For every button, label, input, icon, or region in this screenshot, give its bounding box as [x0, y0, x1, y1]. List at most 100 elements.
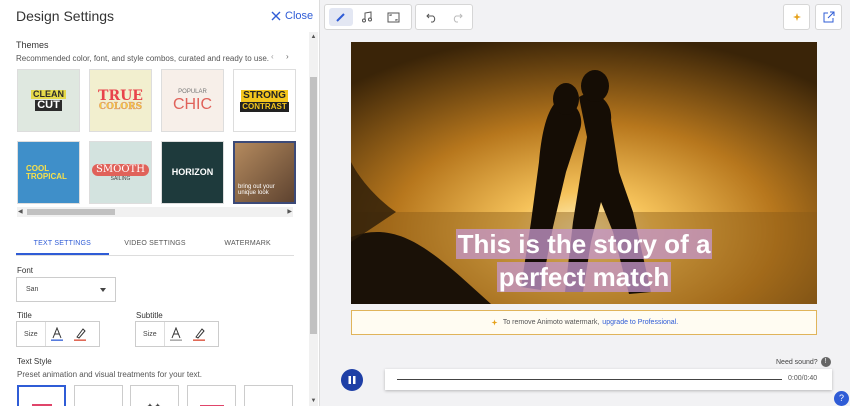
- theme-tile-line: CHIC: [172, 95, 213, 113]
- sparkle-icon: [792, 13, 801, 21]
- design-mode-button[interactable]: [329, 8, 353, 26]
- panel-scrollbar[interactable]: ▲ ▼: [309, 32, 318, 406]
- panel-scroll-thumb[interactable]: [310, 77, 317, 334]
- highlighter-icon: [74, 328, 87, 341]
- scroll-right-arrow-icon[interactable]: ▶: [287, 207, 292, 217]
- pause-icon: [348, 376, 356, 384]
- theme-tile-line: CUT: [35, 99, 62, 111]
- text-style-subtitle: Preset animation and visual treatments f…: [17, 370, 202, 379]
- tab-watermark[interactable]: WATERMARK: [201, 236, 294, 255]
- themes-next-icon[interactable]: ›: [286, 52, 289, 61]
- text-style-label: Text Style: [17, 357, 52, 366]
- subtitle-text-controls: Size: [135, 321, 219, 347]
- edit-mode-toolbar: [324, 4, 412, 30]
- theme-tile-line: SAILING: [110, 175, 131, 182]
- theme-tile-unique-look[interactable]: bring out your unique look: [233, 141, 296, 204]
- title-label: Title: [17, 311, 32, 320]
- redo-button[interactable]: [445, 8, 468, 26]
- theme-tile-line: STRONG: [241, 89, 288, 102]
- theme-tile-line: POPULAR: [178, 88, 207, 95]
- title-font-color-button[interactable]: [46, 322, 69, 346]
- close-button[interactable]: Close: [271, 10, 313, 22]
- theme-tile-line: CLEAN: [31, 89, 66, 99]
- theme-tile-smooth-sailing[interactable]: SMOOTH SAILING: [89, 141, 152, 204]
- text-style-option[interactable]: [187, 385, 236, 406]
- theme-tile-clean-cut[interactable]: CLEAN CUT: [17, 69, 80, 132]
- undo-icon: [425, 13, 435, 23]
- title-size-button[interactable]: Size: [17, 322, 46, 346]
- theme-tile-true-colors[interactable]: TRUE COLORS: [89, 69, 152, 132]
- theme-tile-cool-tropical[interactable]: COOL TROPICAL: [17, 141, 80, 204]
- theme-tile-horizon[interactable]: HORIZON: [161, 141, 224, 204]
- theme-tile-line: CONTRAST: [240, 101, 289, 112]
- help-button[interactable]: ?: [834, 391, 849, 406]
- subtitle-size-button[interactable]: Size: [136, 322, 165, 346]
- video-caption-line-1[interactable]: This is the story of a: [351, 229, 817, 259]
- info-icon: !: [820, 357, 831, 367]
- subtitle-font-color-button[interactable]: [165, 322, 188, 346]
- undo-button[interactable]: [420, 8, 443, 26]
- subtitle-highlight-button[interactable]: [188, 322, 211, 346]
- theme-tile-line: HORIZON: [171, 167, 214, 177]
- playback-timeline[interactable]: 0:00/0:40: [385, 369, 832, 390]
- caption-text: This is the story of a: [455, 229, 713, 259]
- design-settings-panel: Design Settings Close ▲ ▼ Themes Recomme…: [0, 0, 320, 406]
- title-highlight-button[interactable]: [69, 322, 92, 346]
- need-sound-link[interactable]: Need sound? !: [776, 357, 831, 367]
- font-select[interactable]: San: [16, 277, 116, 302]
- text-style-option[interactable]: [244, 385, 293, 406]
- themes-subtitle: Recommended color, font, and style combo…: [16, 54, 270, 63]
- external-link-icon: [823, 11, 834, 23]
- text-style-option[interactable]: ✦ ✦: [130, 385, 179, 406]
- text-style-option[interactable]: [17, 385, 66, 406]
- music-button[interactable]: [355, 8, 379, 26]
- watermark-notice-text: To remove Animoto watermark,: [502, 319, 600, 326]
- chevron-down-icon: [100, 288, 106, 292]
- suggest-button[interactable]: [784, 8, 809, 26]
- subtitle-label: Subtitle: [136, 311, 163, 320]
- scroll-up-arrow-icon[interactable]: ▲: [309, 32, 318, 42]
- magic-toolbar: [783, 4, 810, 30]
- upgrade-link[interactable]: upgrade to Professional.: [602, 319, 678, 326]
- settings-tabs: TEXT SETTINGS VIDEO SETTINGS WATERMARK: [16, 236, 294, 256]
- share-toolbar: [815, 4, 842, 30]
- close-label: Close: [285, 10, 314, 22]
- theme-tile-line: unique look: [238, 190, 269, 196]
- theme-tile-line: SMOOTH: [92, 163, 149, 176]
- video-preview[interactable]: This is the story of a perfect match: [351, 42, 817, 304]
- close-icon: [271, 11, 281, 21]
- pause-button[interactable]: [341, 369, 363, 391]
- sparkle-icon: [491, 319, 498, 326]
- text-color-icon: [170, 327, 183, 341]
- themes-scroll-thumb[interactable]: [27, 209, 115, 215]
- text-color-icon: [51, 327, 64, 341]
- open-preview-button[interactable]: [816, 8, 841, 26]
- theme-tile-popular-chic[interactable]: POPULAR CHIC: [161, 69, 224, 132]
- redo-icon: [453, 13, 463, 23]
- text-style-glyph: ✦ ✦: [147, 402, 161, 406]
- playback-time: 0:00/0:40: [788, 375, 818, 382]
- scroll-down-arrow-icon[interactable]: ▼: [309, 396, 318, 406]
- text-style-option[interactable]: [74, 385, 123, 406]
- themes-prev-icon[interactable]: ‹: [271, 52, 274, 61]
- theme-tile-line: COLORS: [98, 102, 143, 112]
- theme-tile-strong-contrast[interactable]: STRONG CONTRAST: [233, 69, 296, 132]
- aspect-ratio-icon: [387, 12, 399, 22]
- font-select-value: San: [26, 286, 39, 293]
- scroll-left-arrow-icon[interactable]: ◀: [18, 207, 23, 217]
- title-text-controls: Size: [16, 321, 100, 347]
- music-note-icon: [362, 11, 372, 23]
- pencil-icon: [336, 13, 345, 22]
- tab-video-settings[interactable]: VIDEO SETTINGS: [109, 236, 202, 255]
- need-sound-label: Need sound?: [776, 358, 818, 366]
- highlighter-icon: [193, 328, 206, 341]
- aspect-ratio-button[interactable]: [381, 8, 405, 26]
- tab-text-settings[interactable]: TEXT SETTINGS: [16, 236, 109, 255]
- watermark-notice: To remove Animoto watermark, upgrade to …: [351, 310, 817, 335]
- video-caption-line-2[interactable]: perfect match: [351, 262, 817, 292]
- theme-tile-line: TRUE: [98, 88, 143, 104]
- themes-horizontal-scrollbar[interactable]: ◀ ▶: [17, 207, 293, 217]
- panel-title: Design Settings: [16, 8, 115, 24]
- font-label: Font: [17, 266, 34, 275]
- timeline-bar[interactable]: [397, 379, 782, 380]
